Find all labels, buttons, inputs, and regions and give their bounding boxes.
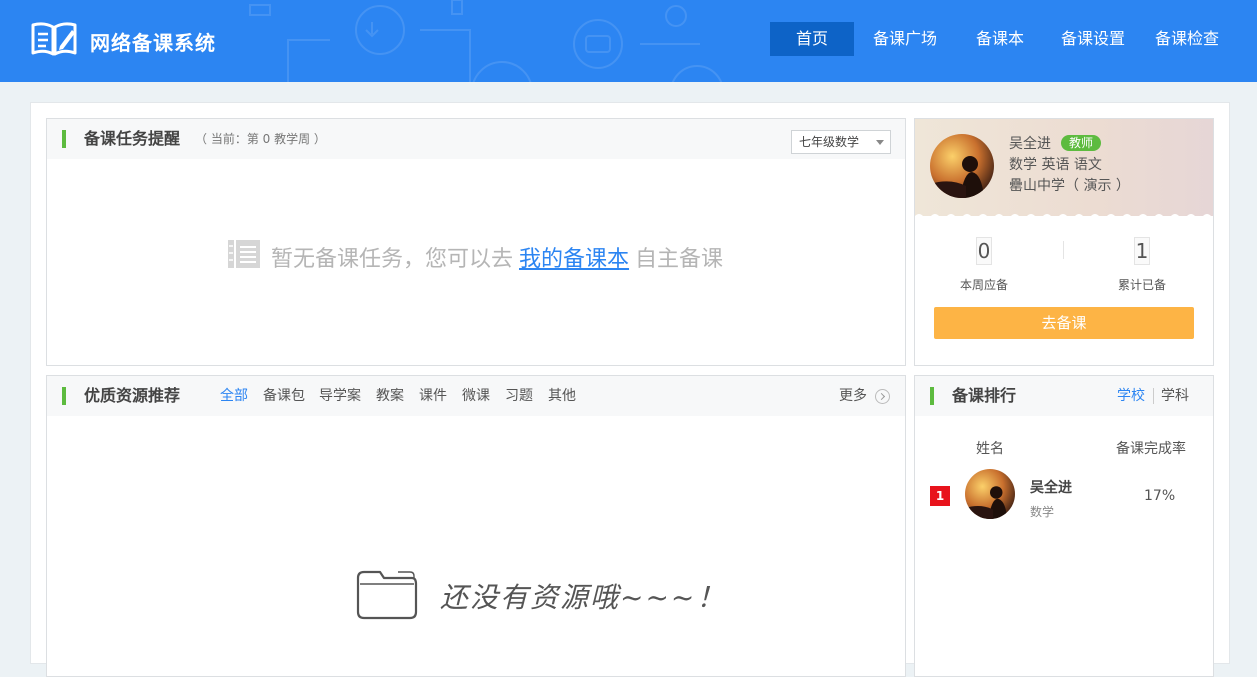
my-lesson-book-link[interactable]: 我的备课本 [519,241,629,273]
teacher-name: 吴全进 [1009,136,1051,152]
stat-divider [1063,241,1064,259]
section-marker [930,387,934,405]
column-rate-header: 备课完成率 [1116,441,1186,457]
nav-home[interactable]: 首页 [770,22,854,56]
total-done-label: 累计已备 [1118,278,1167,292]
role-badge: 教师 [1061,135,1101,151]
nav-lesson-settings[interactable]: 备课设置 [1053,22,1133,56]
completion-rate: 17% [1144,488,1176,504]
profile-card: 吴全进 教师 数学 英语 语文 罍山中学（ 演示 ） 0 本周应备 1 累计已备… [914,118,1214,366]
ranking-teacher-subject: 数学 [1030,505,1055,519]
book-logo-icon [30,20,78,62]
weekly-due-label: 本周应备 [960,278,1009,292]
ranking-teacher-name: 吴全进 [1030,480,1072,496]
ranking-panel: 备课排行 学校 学科 姓名 备课完成率 1 吴全进 数学 17% [914,375,1214,677]
nav-lesson-book[interactable]: 备课本 [967,22,1033,56]
total-done-count: 1 [1134,237,1150,265]
teaching-week-label: （ 当前：第 0 教学周 ） [195,132,326,146]
more-link[interactable]: 更多 [839,376,867,416]
nav-lesson-square[interactable]: 备课广场 [865,22,945,56]
ranking-panel-header: 备课排行 学校 学科 [915,376,1213,416]
section-marker [62,387,66,405]
tab-all[interactable]: 全部 [220,376,248,416]
nav-lesson-check[interactable]: 备课检查 [1147,22,1227,56]
task-empty-state: 暂无备课任务，您可以去 我的备课本 自主备课 [227,239,723,275]
chevron-right-icon[interactable] [875,389,890,404]
avatar[interactable] [930,134,994,198]
tab-divider [1153,388,1154,404]
grade-select-value: 七年级数学 [799,135,860,149]
main-container: 备课任务提醒 （ 当前：第 0 教学周 ） 七年级数学 暂无备课任务，您可以去 … [30,102,1230,677]
task-empty-suffix: 自主备课 [635,247,724,272]
app-logo[interactable]: 网络备课系统 [30,20,216,62]
tab-courseware[interactable]: 课件 [419,376,447,416]
list-icon [227,239,261,275]
rank-number: 1 [930,486,950,506]
tab-exercises[interactable]: 习题 [505,376,533,416]
weekly-due-count: 0 [976,237,992,265]
resource-empty-state: 还没有资源哦~~~！ [354,568,726,624]
task-empty-text: 暂无备课任务，您可以去 [271,247,514,272]
resource-panel-header: 优质资源推荐 全部 备课包 导学案 教案 课件 微课 习题 其他 更多 [47,376,905,416]
chevron-down-icon [876,140,884,145]
app-title: 网络备课系统 [90,30,216,55]
task-reminder-panel: 备课任务提醒 （ 当前：第 0 教学周 ） 七年级数学 暂无备课任务，您可以去 … [46,118,906,366]
teacher-school: 罍山中学（ 演示 ） [1009,178,1130,194]
tab-study-guide[interactable]: 导学案 [319,376,361,416]
wave-border [915,214,1211,220]
tab-subject[interactable]: 学科 [1161,376,1189,416]
go-prepare-button[interactable]: 去备课 [934,307,1194,339]
resource-panel-title: 优质资源推荐 [84,386,181,405]
folder-icon [354,568,420,624]
resource-panel: 优质资源推荐 全部 备课包 导学案 教案 课件 微课 习题 其他 更多 还没有资… [46,375,906,677]
grade-subject-select[interactable]: 七年级数学 [791,130,891,154]
ranking-avatar[interactable] [965,469,1015,519]
top-header: 网络备课系统 首页 备课广场 备课本 备课设置 备课检查 [0,0,1257,82]
tab-school[interactable]: 学校 [1117,376,1145,416]
tab-other[interactable]: 其他 [548,376,576,416]
teacher-subjects: 数学 英语 语文 [1009,157,1102,173]
column-name-header: 姓名 [976,441,1004,457]
task-panel-title: 备课任务提醒 [84,129,181,148]
task-panel-header: 备课任务提醒 （ 当前：第 0 教学周 ） 七年级数学 [47,119,905,159]
tab-lesson-plan[interactable]: 教案 [376,376,404,416]
ranking-panel-title: 备课排行 [952,386,1017,405]
tab-micro-lesson[interactable]: 微课 [462,376,490,416]
resource-empty-text: 还没有资源哦~~~！ [440,581,727,614]
tab-lesson-package[interactable]: 备课包 [263,376,305,416]
section-marker [62,130,66,148]
